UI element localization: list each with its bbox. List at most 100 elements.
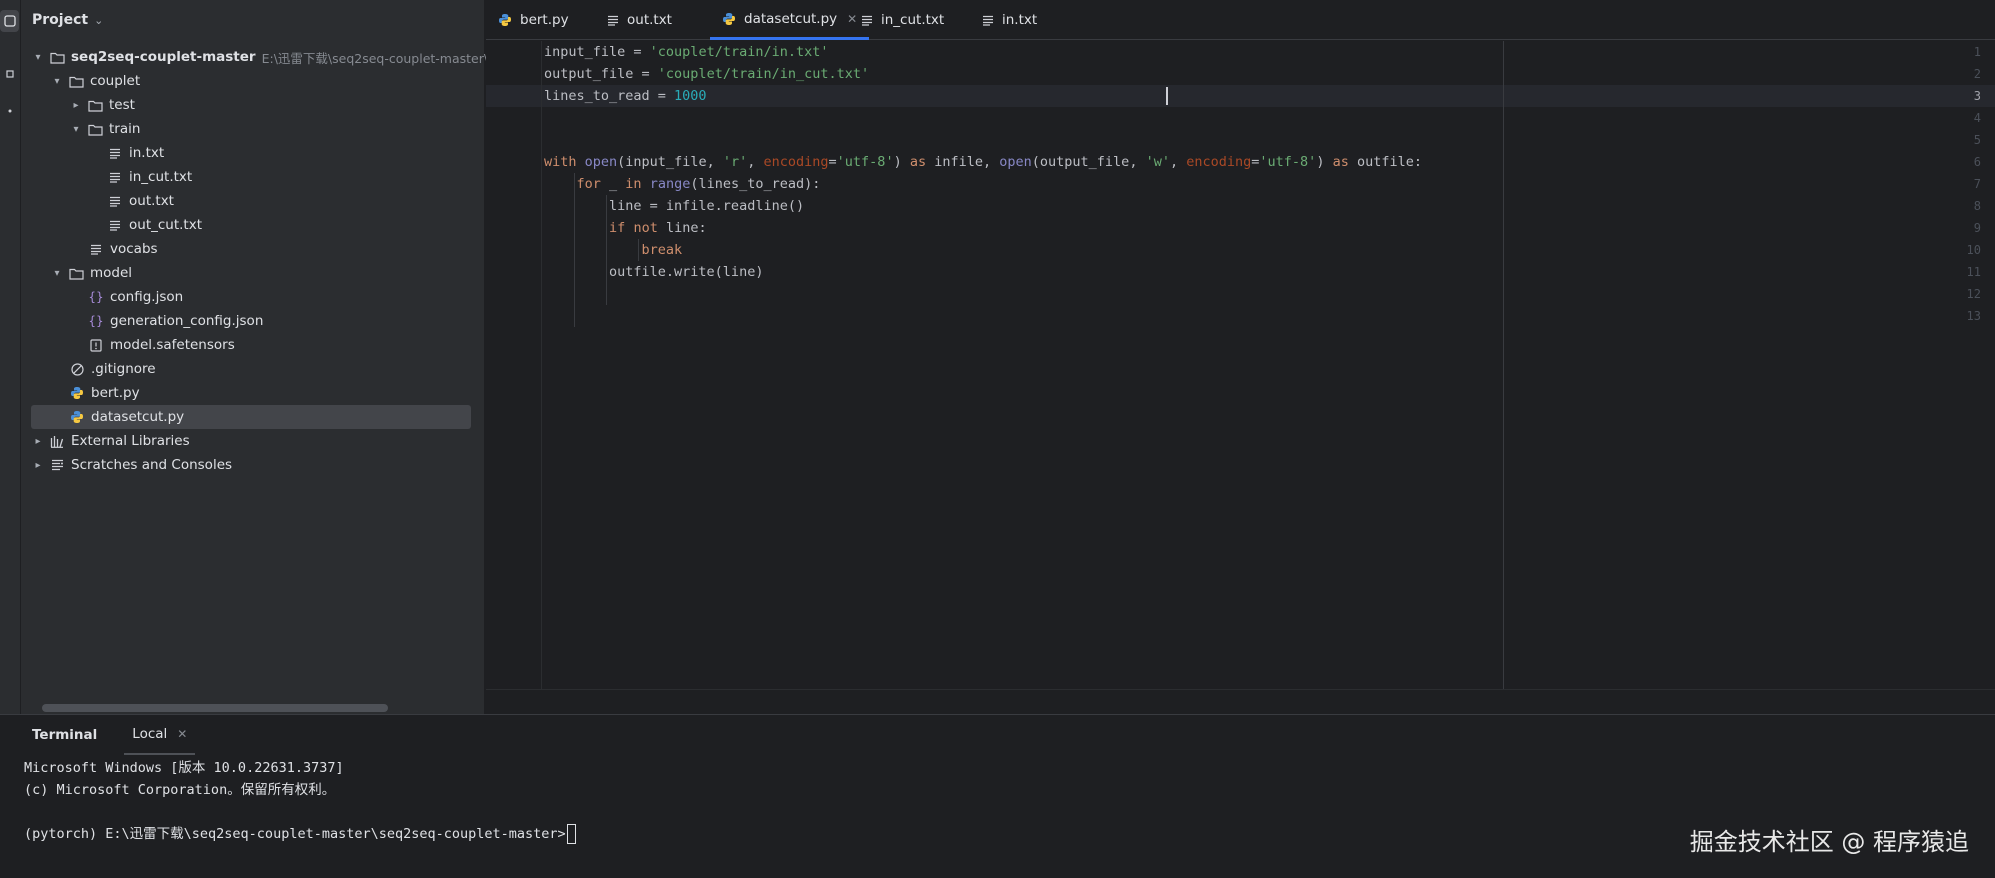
json-file-icon: {}	[88, 314, 104, 328]
tree-item-file[interactable]: in_cut.txt	[107, 165, 192, 189]
close-icon[interactable]: ✕	[177, 727, 187, 741]
project-panel-title: Project	[32, 12, 89, 28]
chevron-right-icon[interactable]: ▸	[31, 460, 45, 471]
structure-tool-icon[interactable]	[0, 63, 19, 85]
code-line[interactable]: with open(input_file, 'r', encoding='utf…	[544, 151, 1422, 173]
line-number: 5	[1973, 133, 1981, 147]
folder-icon	[68, 265, 84, 281]
code-line[interactable]: line = infile.readline()	[544, 195, 804, 217]
project-panel: Project ⌄ ▾ seq2seq-couplet-master E:\迅雷…	[21, 0, 502, 714]
code-line[interactable]: lines_to_read = 1000	[544, 85, 707, 107]
tree-item-label: test	[109, 97, 135, 113]
chevron-down-icon[interactable]: ▾	[50, 76, 64, 87]
tree-item-file[interactable]: bert.py	[69, 381, 140, 405]
tree-item-external-libraries[interactable]: ▸ External Libraries	[31, 429, 190, 453]
code-line[interactable]: break	[544, 239, 683, 261]
tab-label: datasetcut.py	[744, 10, 838, 27]
binary-file-icon	[88, 337, 104, 353]
tab-label: out.txt	[627, 12, 672, 28]
line-number: 1	[1973, 45, 1981, 59]
tree-item-folder[interactable]: ▾ couplet	[50, 69, 140, 93]
tree-item-file[interactable]: out.txt	[107, 189, 174, 213]
line-number-gutter	[486, 41, 542, 690]
editor-bottom-border	[486, 689, 1995, 690]
code-line[interactable]: input_file = 'couplet/train/in.txt'	[544, 41, 828, 63]
code-editor[interactable]: 1 2 3 4 5 6 7 8 9 10 11 12 13 input_file…	[486, 41, 1995, 690]
project-panel-header[interactable]: Project ⌄	[21, 0, 484, 40]
tree-item-file[interactable]: {} generation_config.json	[88, 309, 263, 333]
watermark: 掘金技术社区 @ 程序猿追	[1689, 828, 1969, 856]
more-tools-icon[interactable]	[0, 100, 19, 122]
tree-item-root-folder[interactable]: ▾ seq2seq-couplet-master E:\迅雷下载\seq2seq…	[31, 45, 502, 69]
text-file-icon	[607, 15, 619, 26]
line-number: 6	[1973, 155, 1981, 169]
line-number: 11	[1966, 265, 1981, 279]
library-icon	[49, 433, 65, 449]
line-number: 4	[1973, 111, 1981, 125]
tab-in-txt[interactable]: in.txt	[982, 0, 1037, 40]
tree-item-label: out.txt	[129, 193, 174, 209]
project-path: E:\迅雷下载\seq2seq-couplet-master\se	[261, 50, 503, 66]
tree-item-folder[interactable]: ▾ model	[50, 261, 132, 285]
ignore-file-icon	[69, 361, 85, 377]
project-horizontal-scrollbar[interactable]	[42, 704, 388, 712]
terminal-tab-label: Local	[132, 726, 168, 742]
code-line[interactable]: if not line:	[544, 217, 707, 239]
tree-item-label: model.safetensors	[110, 337, 235, 353]
terminal-tab-local[interactable]: Local ✕	[124, 715, 196, 755]
chevron-down-icon[interactable]: ⌄	[94, 14, 103, 27]
project-tool-icon[interactable]	[0, 10, 19, 32]
chevron-down-icon[interactable]: ▾	[31, 52, 45, 63]
code-line[interactable]: output_file = 'couplet/train/in_cut.txt'	[544, 63, 869, 85]
tree-item-folder[interactable]: ▸ test	[69, 93, 135, 117]
json-file-icon: {}	[88, 290, 104, 304]
tree-item-file[interactable]: out_cut.txt	[107, 213, 202, 237]
text-file-icon	[107, 145, 123, 161]
tree-item-folder[interactable]: ▾ train	[69, 117, 140, 141]
tree-item-file[interactable]: .gitignore	[69, 357, 156, 381]
line-number: 13	[1966, 309, 1981, 323]
tree-item-file-selected[interactable]: datasetcut.py	[31, 405, 471, 429]
scratches-icon	[49, 457, 65, 473]
terminal-title: Terminal	[32, 727, 98, 743]
tab-bert-py[interactable]: bert.py	[498, 0, 569, 40]
terminal-header: Terminal Local ✕	[0, 715, 1995, 755]
text-file-icon	[107, 169, 123, 185]
folder-icon	[49, 49, 65, 65]
code-line[interactable]: for _ in range(lines_to_read):	[544, 173, 821, 195]
python-file-icon	[498, 13, 512, 27]
tree-item-label: couplet	[90, 73, 141, 89]
chevron-down-icon[interactable]: ▾	[50, 268, 64, 279]
text-file-icon	[107, 193, 123, 209]
tree-item-file[interactable]: in.txt	[107, 141, 164, 165]
tree-item-label: External Libraries	[71, 433, 190, 449]
tab-label: in_cut.txt	[881, 12, 945, 28]
chevron-right-icon[interactable]: ▸	[31, 436, 45, 447]
tree-item-scratches[interactable]: ▸ Scratches and Consoles	[31, 453, 232, 477]
tree-item-label: out_cut.txt	[129, 217, 202, 233]
terminal-cursor	[566, 824, 576, 844]
line-number: 2	[1973, 67, 1981, 81]
tree-item-label: vocabs	[110, 241, 158, 257]
close-icon[interactable]: ✕	[847, 12, 857, 26]
tab-datasetcut-py[interactable]: datasetcut.py ✕	[710, 0, 870, 40]
tree-item-label: .gitignore	[91, 361, 156, 377]
tree-item-label: config.json	[110, 289, 184, 305]
line-number: 9	[1973, 221, 1981, 235]
tree-item-file[interactable]: {} config.json	[88, 285, 183, 309]
tab-in-cut-txt[interactable]: in_cut.txt	[861, 0, 944, 40]
tree-item-label: in.txt	[129, 145, 165, 161]
code-line[interactable]: outfile.write(line)	[544, 261, 763, 283]
terminal-prompt-line[interactable]: (pytorch) E:\迅雷下载\seq2seq-couplet-master…	[24, 823, 576, 845]
folder-icon	[87, 97, 103, 113]
tree-item-file[interactable]: vocabs	[88, 237, 158, 261]
chevron-down-icon[interactable]: ▾	[69, 124, 83, 135]
right-margin-guide	[1503, 41, 1504, 690]
terminal-line: (c) Microsoft Corporation。保留所有权利。	[24, 782, 336, 798]
tree-item-file[interactable]: model.safetensors	[88, 333, 235, 357]
tree-item-label: Scratches and Consoles	[71, 457, 233, 473]
chevron-right-icon[interactable]: ▸	[69, 100, 83, 111]
tab-out-txt[interactable]: out.txt	[607, 0, 672, 40]
python-file-icon	[69, 409, 85, 425]
tab-label: bert.py	[520, 12, 569, 28]
